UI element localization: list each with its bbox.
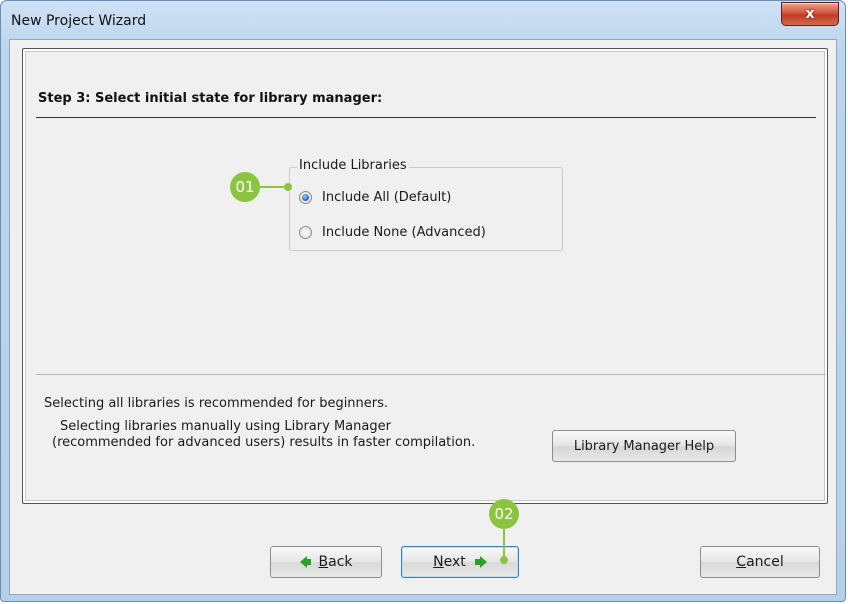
info-line-3: (recommended for advanced users) results… (52, 435, 476, 450)
close-button[interactable]: x (781, 2, 839, 26)
radio-include-none[interactable]: Include None (Advanced) (299, 225, 486, 240)
radio-include-all-label: Include All (Default) (322, 190, 452, 205)
callout-badge-02: 02 (489, 499, 519, 529)
callout-pointer-01 (284, 183, 292, 191)
info-line-1: Selecting all libraries is recommended f… (44, 396, 389, 411)
radio-include-none-button[interactable] (299, 226, 312, 239)
next-arrow-icon (474, 556, 487, 568)
library-manager-help-label: Library Manager Help (573, 438, 715, 454)
step-divider (36, 117, 816, 118)
callout-badge-01: 01 (230, 172, 260, 202)
title-bar[interactable]: New Project Wizard x (1, 1, 845, 39)
callout-pointer-02 (500, 556, 508, 564)
library-manager-help-button[interactable]: Library Manager Help (552, 430, 736, 462)
include-libraries-legend: Include Libraries (297, 158, 409, 173)
wizard-content-panel: Step 3: Select initial state for library… (22, 48, 828, 504)
next-button-label: Next (433, 554, 466, 570)
cancel-button[interactable]: Cancel (700, 546, 820, 578)
callout-connector-02 (503, 529, 505, 559)
wizard-window: New Project Wizard x Step 3: Select init… (0, 0, 846, 602)
radio-include-none-label: Include None (Advanced) (322, 225, 486, 240)
back-arrow-icon (299, 556, 311, 568)
close-icon: x (805, 6, 815, 22)
radio-include-all[interactable]: Include All (Default) (299, 190, 451, 205)
radio-include-all-button[interactable] (299, 191, 312, 204)
back-button-label: Back (318, 554, 353, 570)
info-line-2: Selecting libraries manually using Libra… (60, 419, 391, 434)
info-divider (36, 374, 826, 375)
back-button[interactable]: Back (270, 546, 382, 578)
dialog-client-area: Step 3: Select initial state for library… (9, 39, 837, 595)
window-title: New Project Wizard (11, 13, 147, 29)
step-title: Step 3: Select initial state for library… (38, 91, 383, 106)
cancel-button-label: Cancel (736, 554, 784, 570)
